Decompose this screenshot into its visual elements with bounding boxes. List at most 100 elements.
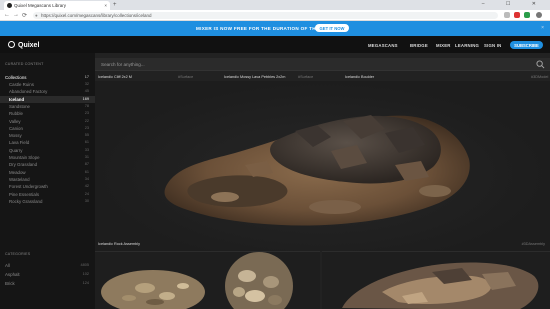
section-heading-curated: CURATED CONTENT <box>5 62 44 66</box>
browser-tab[interactable]: Quixel Megascans Library × <box>4 1 110 10</box>
reload-icon[interactable]: ⟳ <box>22 12 27 19</box>
url-field[interactable]: ● https://quixel.com/megascans/library/c… <box>33 12 498 19</box>
sidebar-item-mountain-slope[interactable]: Mountain Slope 31 <box>0 154 95 161</box>
category-item-count: 4805 <box>80 263 89 267</box>
sidebar-item-count: 24 <box>84 191 89 196</box>
sidebar-item-label: Iceland <box>9 96 25 102</box>
nav-bridge[interactable]: BRIDGE <box>410 43 428 48</box>
sidebar-item-count: 31 <box>84 155 89 159</box>
asset-grid-row <box>95 251 550 309</box>
sidebar-item-count: 55 <box>84 133 89 138</box>
asset-type: #3DAssembly <box>521 242 545 246</box>
sidebar-item-canion[interactable]: Canion 23 <box>0 125 95 132</box>
nav-sign-in[interactable]: SIGN IN <box>484 43 501 48</box>
sidebar-item-lava-field[interactable]: Lava Field 61 <box>0 139 95 146</box>
sidebar-item-count: 61 <box>84 169 89 174</box>
forward-arrow-icon[interactable]: → <box>13 12 19 18</box>
sidebar-item-label: Mossy <box>9 133 22 139</box>
nav-mixer[interactable]: MIXER <box>436 43 451 48</box>
sidebar-item-rocky-grassland[interactable]: Rocky Grassland 30 <box>0 198 95 205</box>
subscribe-button[interactable]: SUBSCRIBE <box>510 41 543 49</box>
asset-card-rock-assembly[interactable] <box>95 81 550 251</box>
sidebar-item-label: Quarry <box>9 147 23 153</box>
category-item-label: All <box>5 263 10 268</box>
boulder-preview-image <box>342 262 539 309</box>
beta-banner: MIXER IS NOW FREE FOR THE DURATION OF TH… <box>0 21 550 36</box>
sidebar-item-count: 32 <box>84 82 89 86</box>
sidebar-item-label: Abandoned Factory <box>9 89 48 95</box>
asset-title[interactable]: Icelandic Rock Assembly <box>98 242 140 246</box>
sidebar-item-count: 45 <box>84 89 89 94</box>
asset-type: #Surface <box>298 75 314 79</box>
quixel-favicon-icon <box>7 3 12 8</box>
asset-title: Icelandic Mossy Lava Pebbles 2x2m <box>224 75 286 79</box>
asset-card-pebbles[interactable] <box>95 251 320 309</box>
category-item-brick[interactable]: Brick 124 <box>0 280 95 287</box>
sidebar-item-count: 30 <box>84 198 89 203</box>
nav-learning[interactable]: LEARNING <box>455 43 479 48</box>
asset-type: #3DModel <box>531 75 549 79</box>
sidebar-item-count: 33 <box>84 147 89 152</box>
category-item-label: Brick <box>5 281 15 286</box>
tab-title: Quixel Megascans Library <box>14 3 67 8</box>
category-item-count: 124 <box>82 281 89 285</box>
sidebar-item-label: Collections <box>5 75 27 80</box>
back-arrow-icon[interactable]: ← <box>4 12 10 18</box>
sidebar-item-abandoned-factory[interactable]: Abandoned Factory 45 <box>0 88 95 95</box>
sidebar-item-pine-essentials[interactable]: Pine Essentials 24 <box>0 191 95 198</box>
address-bar: ← → ⟳ ● https://quixel.com/megascans/lib… <box>0 10 550 21</box>
category-item-asphalt[interactable]: Asphalt 102 <box>0 271 95 278</box>
sidebar-item-label: Sandstone <box>9 103 30 109</box>
section-heading-categories: CATEGORIES <box>5 252 31 256</box>
sidebar-item-count: 22 <box>84 118 89 123</box>
search-icon[interactable] <box>536 60 545 69</box>
sidebar-item-count: 78 <box>84 103 89 108</box>
window-controls[interactable]: – ☐ ✕ <box>482 1 546 7</box>
asset-title: Icelandic Cliff 2x2 M <box>98 75 132 79</box>
sidebar-item-quarry[interactable]: Quarry 33 <box>0 147 95 154</box>
quixel-logo[interactable]: Quixel <box>8 41 39 49</box>
sidebar-item-label: Rocky Grassland <box>9 198 43 204</box>
sidebar-item-count: 17 <box>84 75 89 79</box>
category-item-all[interactable]: All 4805 <box>0 262 95 269</box>
sidebar-item-label: Canion <box>9 125 23 131</box>
sidebar-item-dry-grassland[interactable]: Dry Grassland 87 <box>0 161 95 168</box>
sidebar-item-label: Dry Grassland <box>9 162 38 168</box>
get-it-now-button[interactable]: GET IT NOW <box>315 24 349 32</box>
new-tab-button[interactable]: + <box>113 2 117 8</box>
sidebar-item-label: Lava Field <box>9 140 30 146</box>
sidebar-item-valley[interactable]: Valley 22 <box>0 118 95 125</box>
asset-title: Icelandic Boulder <box>345 75 375 79</box>
category-item-count: 102 <box>82 272 89 276</box>
asset-card-boulder[interactable] <box>322 251 550 309</box>
profile-avatar-icon[interactable] <box>536 12 542 18</box>
pebbles-preview-image <box>101 252 293 309</box>
banner-close-icon[interactable]: × <box>541 25 544 31</box>
extension-icon[interactable] <box>514 12 520 18</box>
extension-icon[interactable] <box>524 12 530 18</box>
tab-close-icon[interactable]: × <box>104 3 107 8</box>
lock-icon: ● <box>35 13 38 18</box>
sidebar-item-forest-undergrowth[interactable]: Forest Undergrowth 42 <box>0 183 95 190</box>
nav-megascans[interactable]: MEGASCANS <box>368 43 398 48</box>
sidebar-item-count: 61 <box>84 140 89 145</box>
search-bar[interactable]: Search for anything... <box>95 58 550 71</box>
sidebar-item-sandstone[interactable]: Sandstone 78 <box>0 103 95 110</box>
sidebar-item-label: Mountain Slope <box>9 155 40 160</box>
sidebar-item-count: 169 <box>82 96 89 101</box>
sidebar: CURATED CONTENT Collections 17 Castle Ru… <box>0 53 95 309</box>
sidebar-item-wasteland[interactable]: Wasteland 34 <box>0 176 95 183</box>
sidebar-item-rubble[interactable]: Rubble 23 <box>0 110 95 117</box>
sidebar-item-meadow[interactable]: Meadow 61 <box>0 169 95 176</box>
sidebar-item-iceland[interactable]: Iceland 169 <box>0 95 95 103</box>
rock-assembly-preview-image <box>164 115 470 226</box>
extension-icon[interactable] <box>504 12 510 18</box>
search-input[interactable]: Search for anything... <box>101 62 145 67</box>
sidebar-item-count: 34 <box>84 176 89 181</box>
sidebar-item-castle-ruins[interactable]: Castle Ruins 32 <box>0 81 95 88</box>
sidebar-item-label: Wasteland <box>9 176 30 182</box>
sidebar-item-label: Castle Ruins <box>9 82 34 87</box>
sidebar-item-label: Meadow <box>9 169 26 175</box>
sidebar-item-mossy[interactable]: Mossy 55 <box>0 132 95 139</box>
sidebar-item-count: 23 <box>84 125 89 130</box>
